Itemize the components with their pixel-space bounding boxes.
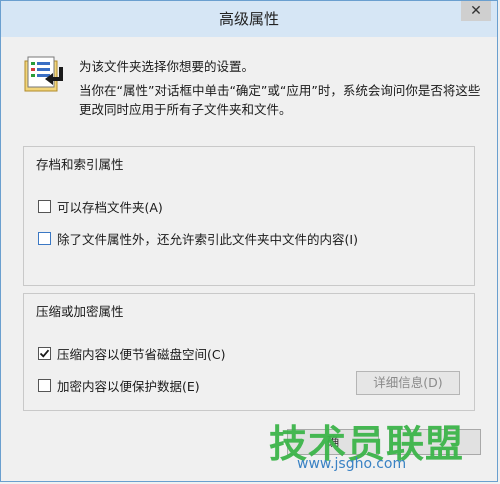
checkmark-icon [39,349,50,358]
compress-checkbox[interactable] [38,347,51,360]
folder-properties-icon [24,56,63,92]
encrypt-checkbox-row[interactable]: 加密内容以便保护数据(E) [38,376,200,395]
instruction-text: 为该文件夹选择你想要的设置。 [79,59,255,74]
details-button[interactable]: 详细信息(D) [356,371,460,395]
archive-checkbox-label: 可以存档文件夹(A) [57,200,163,215]
archive-checkbox-row[interactable]: 可以存档文件夹(A) [38,197,163,216]
instruction-detail-text: 当你在“属性”对话框中单击“确定”或“应用”时，系统会询问你是否将这些更改同时应… [79,83,481,117]
title-bar: 高级属性 ✕ [1,1,497,37]
index-checkbox-row[interactable]: 除了文件属性外，还允许索引此文件夹中文件的内容(I) [38,229,358,248]
encrypt-checkbox-label: 加密内容以便保护数据(E) [57,379,200,394]
compress-encrypt-group-title: 压缩或加密属性 [36,304,124,319]
close-icon: ✕ [470,3,482,19]
advanced-attributes-dialog: 高级属性 ✕ 为该文件夹选择你想要的设置。 当你在“属性”对话框中单击“确定”或… [0,0,498,482]
close-button[interactable]: ✕ [461,1,491,21]
encrypt-checkbox[interactable] [38,379,51,392]
archive-checkbox[interactable] [38,200,51,213]
compress-checkbox-label: 压缩内容以便节省磁盘空间(C) [57,347,226,362]
compress-encrypt-group: 压缩或加密属性 压缩内容以便节省磁盘空间(C) 加密内容以便保护数据(E) 详细… [23,293,475,411]
dialog-title: 高级属性 [218,10,279,28]
compress-checkbox-row[interactable]: 压缩内容以便节省磁盘空间(C) [38,344,225,363]
archive-index-group-title: 存档和索引属性 [36,157,124,172]
index-checkbox-label: 除了文件属性外，还允许索引此文件夹中文件的内容(I) [57,232,358,247]
watermark-url: www.jsgho.com [297,456,407,472]
archive-index-group: 存档和索引属性 可以存档文件夹(A) 除了文件属性外，还允许索引此文件夹中文件的… [23,146,475,286]
index-checkbox[interactable] [38,232,51,245]
